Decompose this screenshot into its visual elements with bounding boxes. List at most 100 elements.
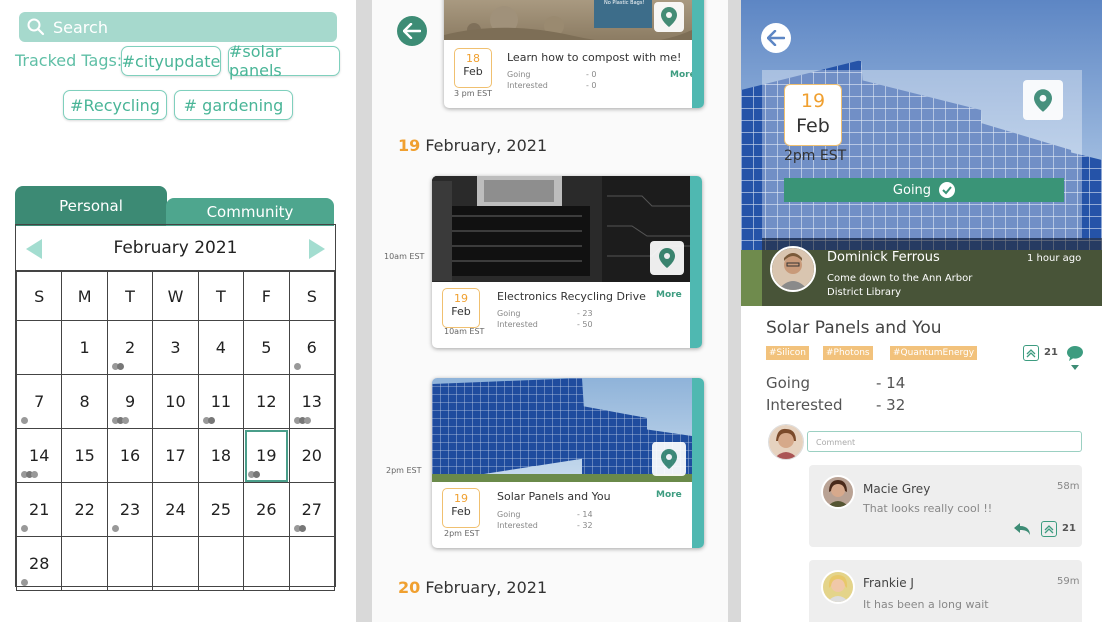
map-pin-icon[interactable] <box>650 241 684 275</box>
event-date-badge: 18 Feb <box>454 48 492 88</box>
comment-card: Macie Grey That looks really cool !! 58m… <box>809 465 1082 547</box>
comment-time: 58m <box>1057 481 1080 492</box>
event-tag[interactable]: #QuantumEnergy <box>890 346 978 360</box>
event-tag[interactable]: #Silicon <box>766 346 809 360</box>
calendar-day[interactable]: 27 <box>288 482 336 537</box>
calendar-day[interactable]: 25 <box>197 482 245 537</box>
tab-community[interactable]: Community <box>166 198 334 226</box>
upvote-icon[interactable] <box>1023 345 1039 361</box>
calendar-day[interactable]: 8 <box>61 374 108 429</box>
sign-text: No Plastic Bags! <box>604 0 645 6</box>
calendar-day[interactable]: 19 <box>243 428 290 483</box>
calendar-day[interactable]: 16 <box>106 428 154 483</box>
event-dot <box>253 471 261 478</box>
event-card[interactable]: 19 Feb 10am EST Electronics Recycling Dr… <box>432 176 702 348</box>
calendar-day[interactable]: 7 <box>15 374 63 429</box>
event-card[interactable]: No Plastic Bags! 18 Feb 3 pm EST Learn h… <box>444 0 704 108</box>
day-number: 22 <box>74 500 95 519</box>
day-number: 1 <box>79 338 90 357</box>
arrow-left-icon <box>767 30 785 46</box>
upvote-icon[interactable] <box>1041 521 1057 537</box>
calendar-day[interactable]: 3 <box>152 320 199 375</box>
event-dots <box>202 417 215 424</box>
weekday-label: M <box>61 271 108 321</box>
going-count: - 0 <box>586 70 597 79</box>
calendar-day[interactable]: 2 <box>106 320 154 375</box>
map-pin-icon[interactable] <box>1023 80 1063 120</box>
day-number: 13 <box>301 392 322 411</box>
calendar-day[interactable]: 22 <box>61 482 108 537</box>
calendar-empty-cell <box>288 536 336 591</box>
calendar-day[interactable]: 9 <box>106 374 154 429</box>
next-month-icon[interactable] <box>309 239 325 259</box>
calendar-empty-cell <box>106 536 154 591</box>
event-dot <box>121 417 129 424</box>
tag-chip[interactable]: #Recycling <box>63 90 167 120</box>
calendar-day[interactable]: 28 <box>15 536 63 591</box>
calendar-day[interactable]: 17 <box>152 428 199 483</box>
host-avatar[interactable] <box>770 246 816 292</box>
map-pin-icon[interactable] <box>654 2 684 32</box>
search-input[interactable] <box>53 17 313 37</box>
back-button[interactable] <box>397 16 427 46</box>
event-detail-panel: 19 Feb 2pm EST Going Dominick Ferrous Co… <box>741 0 1102 622</box>
going-button[interactable]: Going <box>784 178 1064 202</box>
interested-label: Interested <box>507 81 548 90</box>
day-header-text: February, 2021 <box>420 136 548 155</box>
weekday-label: S <box>288 271 336 321</box>
day-number: 15 <box>74 446 95 465</box>
comment-time: 59m <box>1057 576 1080 587</box>
calendar-day[interactable]: 11 <box>197 374 245 429</box>
day-number: 24 <box>165 500 186 519</box>
calendar-day[interactable]: 26 <box>243 482 290 537</box>
calendar-day[interactable]: 5 <box>243 320 290 375</box>
commenter-avatar[interactable] <box>821 570 855 604</box>
comment-bubble-icon[interactable] <box>1066 345 1084 373</box>
reply-icon[interactable] <box>1013 522 1031 536</box>
calendar-day[interactable]: 12 <box>243 374 290 429</box>
calendar-day[interactable]: 13 <box>288 374 336 429</box>
event-dots <box>111 417 129 424</box>
calendar-empty-cell <box>243 536 290 591</box>
calendar-day[interactable]: 18 <box>197 428 245 483</box>
search-bar[interactable] <box>19 12 337 42</box>
event-month: Feb <box>451 505 471 519</box>
event-title: Learn how to compost with me! <box>507 51 682 64</box>
tag-chip[interactable]: #cityupdate <box>121 46 221 76</box>
calendar-day[interactable]: 23 <box>106 482 154 537</box>
calendar-day[interactable]: 4 <box>197 320 245 375</box>
user-avatar <box>768 424 804 460</box>
back-button[interactable] <box>761 23 791 53</box>
commenter-avatar[interactable] <box>821 475 855 509</box>
calendar-empty-cell <box>152 536 199 591</box>
calendar-day[interactable]: 24 <box>152 482 199 537</box>
tab-personal[interactable]: Personal <box>15 186 167 226</box>
calendar-day[interactable]: 6 <box>288 320 336 375</box>
going-count: - 14 <box>876 374 906 392</box>
day-number: 18 <box>210 446 232 465</box>
prev-month-icon[interactable] <box>26 239 42 259</box>
map-pin-icon[interactable] <box>652 442 686 476</box>
calendar-day[interactable]: 15 <box>61 428 108 483</box>
day-header-text: February, 2021 <box>420 578 548 597</box>
event-card[interactable]: 19 Feb 2pm EST Solar Panels and You Goin… <box>432 378 704 548</box>
more-link[interactable]: More <box>656 490 682 500</box>
event-dot <box>207 417 215 424</box>
event-month: Feb <box>463 65 483 79</box>
event-date-badge: 19 Feb <box>784 84 842 146</box>
comment-card: Frankie J It has been a long wait 59m <box>809 560 1082 622</box>
calendar-day[interactable]: 21 <box>15 482 63 537</box>
event-tag[interactable]: #Photons <box>823 346 873 360</box>
calendar-day[interactable]: 20 <box>288 428 336 483</box>
tag-chip[interactable]: # gardening <box>174 90 293 120</box>
comment-input[interactable]: Comment <box>807 431 1082 452</box>
event-time: 3 pm EST <box>454 89 493 98</box>
calendar-day[interactable]: 14 <box>15 428 63 483</box>
calendar-day[interactable]: 1 <box>61 320 108 375</box>
comment-text: It has been a long wait <box>863 598 989 611</box>
tag-chip[interactable]: #solar panels <box>228 42 340 80</box>
calendar-day[interactable]: 10 <box>152 374 199 429</box>
more-link[interactable]: More <box>656 290 682 300</box>
host-bar: Dominick Ferrous Come down to the Ann Ar… <box>762 238 1102 306</box>
day-number: 3 <box>170 338 181 357</box>
